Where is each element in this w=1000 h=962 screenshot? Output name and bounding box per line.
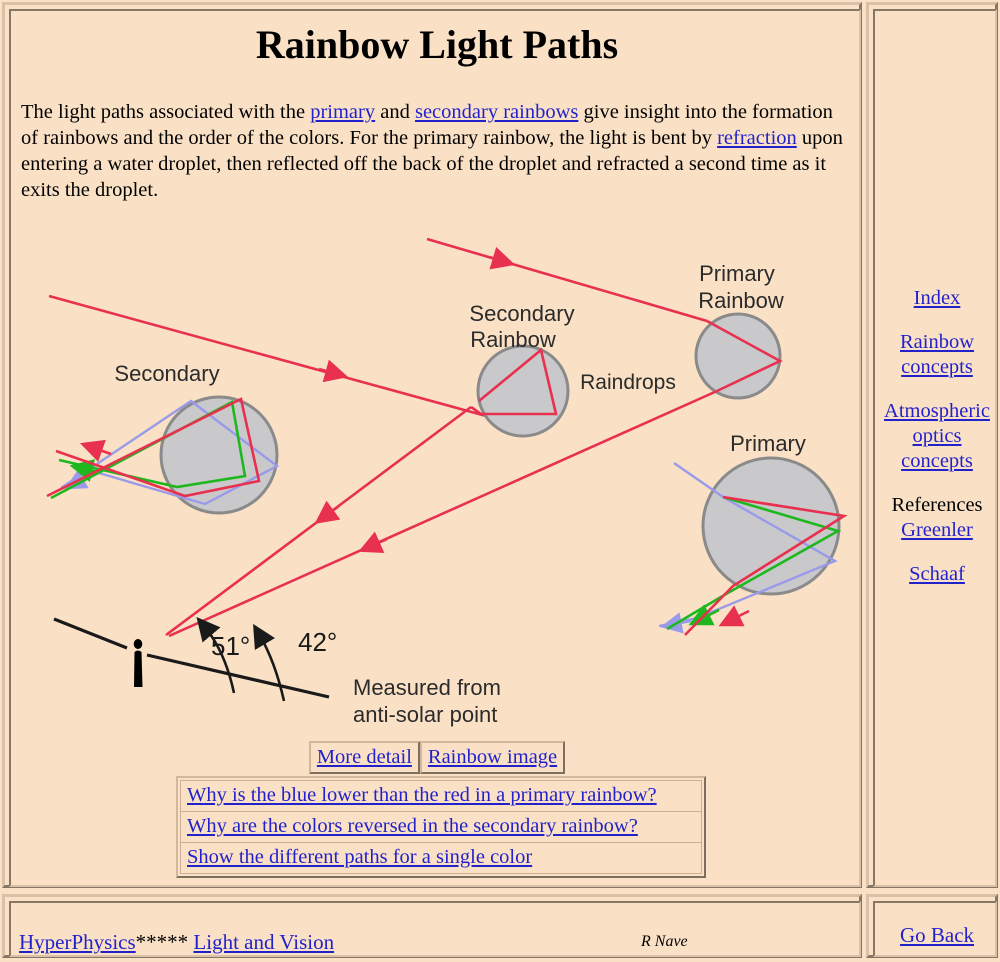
label-angle-42: 42° — [298, 627, 337, 657]
sidebar-cell: Index Rainbow concepts Atmospheric optic… — [873, 9, 997, 887]
page-root: Rainbow Light Paths The light paths asso… — [0, 0, 1000, 962]
footer-sidebar-frame: Go Back — [866, 894, 998, 958]
incoming-ray-lower — [48, 294, 498, 421]
sidebar-links: Index Rainbow concepts Atmospheric optic… — [875, 286, 999, 606]
footer-author: R Nave — [641, 933, 688, 950]
anti-solar-axis-line — [146, 653, 330, 699]
label-angle-51: 51° — [211, 631, 250, 661]
sidebar-frame: Index Rainbow concepts Atmospheric optic… — [866, 2, 998, 888]
question-row-2[interactable]: Why are the colors reversed in the secon… — [180, 812, 702, 843]
sidebar-link-rainbow-concepts-line2[interactable]: concepts — [901, 356, 973, 378]
detail-button-row: More detail Rainbow image — [11, 741, 863, 774]
primary-detail-red-arrow — [718, 605, 750, 627]
angle-arc-42 — [253, 623, 286, 702]
sidebar-link-atmospheric-line2[interactable]: optics — [913, 425, 962, 447]
sidebar-label-references: References — [891, 494, 983, 516]
footer-sidebar-cell: Go Back — [873, 901, 997, 957]
question-row-1[interactable]: Why is the blue lower than the red in a … — [180, 780, 702, 812]
label-measured-line1: Measured from — [353, 675, 501, 700]
question-link-single-color[interactable]: Show the different paths for a single co… — [187, 846, 532, 868]
label-raindrops: Raindrops — [580, 371, 676, 394]
label-secondary-left: Secondary — [114, 361, 219, 386]
footer-link-light-and-vision[interactable]: Light and Vision — [193, 930, 334, 954]
droplet-primary-rainbow — [694, 312, 782, 400]
sidebar-item-index[interactable]: Index — [875, 286, 999, 311]
sidebar-item-atmospheric-optics-concepts[interactable]: Atmospheric optics concepts — [875, 399, 999, 474]
intro-paragraph: The light paths associated with the prim… — [21, 99, 851, 203]
sidebar-link-greenler[interactable]: Greenler — [901, 519, 973, 541]
go-back-link[interactable]: Go Back — [900, 923, 974, 947]
link-secondary-rainbows[interactable]: secondary rainbows — [415, 101, 578, 123]
footer-stars: ***** — [135, 930, 189, 954]
horizon-line-left — [53, 617, 128, 650]
footer-link-hyperphysics[interactable]: HyperPhysics — [19, 930, 136, 954]
go-back-container[interactable]: Go Back — [875, 923, 999, 948]
rainbow-light-paths-diagram: Secondary Secondary Rainbow Primary Rain… — [46, 237, 848, 727]
question-links-box: Why is the blue lower than the red in a … — [176, 776, 706, 878]
secondary-detail-red-arrow — [79, 439, 112, 462]
sidebar-item-rainbow-concepts[interactable]: Rainbow concepts — [875, 330, 999, 380]
more-detail-button[interactable]: More detail — [308, 741, 420, 774]
main-content-cell: Rainbow Light Paths The light paths asso… — [9, 9, 861, 887]
main-content-frame: Rainbow Light Paths The light paths asso… — [2, 2, 862, 888]
intro-text-1: The light paths associated with the — [21, 101, 311, 123]
sidebar-link-schaaf[interactable]: Schaaf — [909, 563, 965, 585]
sidebar-link-atmospheric-line1[interactable]: Atmospheric — [884, 400, 990, 422]
link-refraction[interactable]: refraction — [717, 127, 797, 149]
question-link-blue-lower[interactable]: Why is the blue lower than the red in a … — [187, 784, 657, 806]
question-row-3[interactable]: Show the different paths for a single co… — [180, 843, 702, 874]
link-primary[interactable]: primary — [310, 101, 375, 123]
label-primary-right: Primary — [730, 431, 806, 456]
more-detail-link[interactable]: More detail — [317, 746, 412, 768]
label-secondary-rainbow-line2: Rainbow — [470, 327, 556, 352]
label-primary-rainbow-line2: Rainbow — [698, 288, 784, 313]
footer-breadcrumb: HyperPhysics***** Light and Vision — [19, 930, 334, 955]
footer-frame: HyperPhysics***** Light and Vision R Nav… — [2, 894, 862, 958]
sidebar-item-schaaf[interactable]: Schaaf — [875, 562, 999, 587]
page-title: Rainbow Light Paths — [255, 22, 619, 67]
sidebar-link-atmospheric-line3[interactable]: concepts — [901, 450, 973, 472]
question-link-colors-reversed[interactable]: Why are the colors reversed in the secon… — [187, 815, 638, 837]
footer-cell: HyperPhysics***** Light and Vision R Nav… — [9, 901, 861, 957]
label-secondary-rainbow-line1: Secondary — [469, 301, 574, 326]
label-measured-line2: anti-solar point — [353, 702, 497, 727]
intro-text-2: and — [375, 101, 415, 123]
rainbow-image-link[interactable]: Rainbow image — [428, 746, 557, 768]
observer-figure — [133, 639, 143, 687]
sidebar-references-group: References Greenler — [875, 493, 999, 543]
rainbow-image-button[interactable]: Rainbow image — [419, 741, 566, 774]
label-primary-rainbow-line1: Primary — [699, 261, 775, 286]
sidebar-link-index[interactable]: Index — [914, 287, 961, 309]
sidebar-link-rainbow-concepts-line1[interactable]: Rainbow — [900, 331, 974, 353]
